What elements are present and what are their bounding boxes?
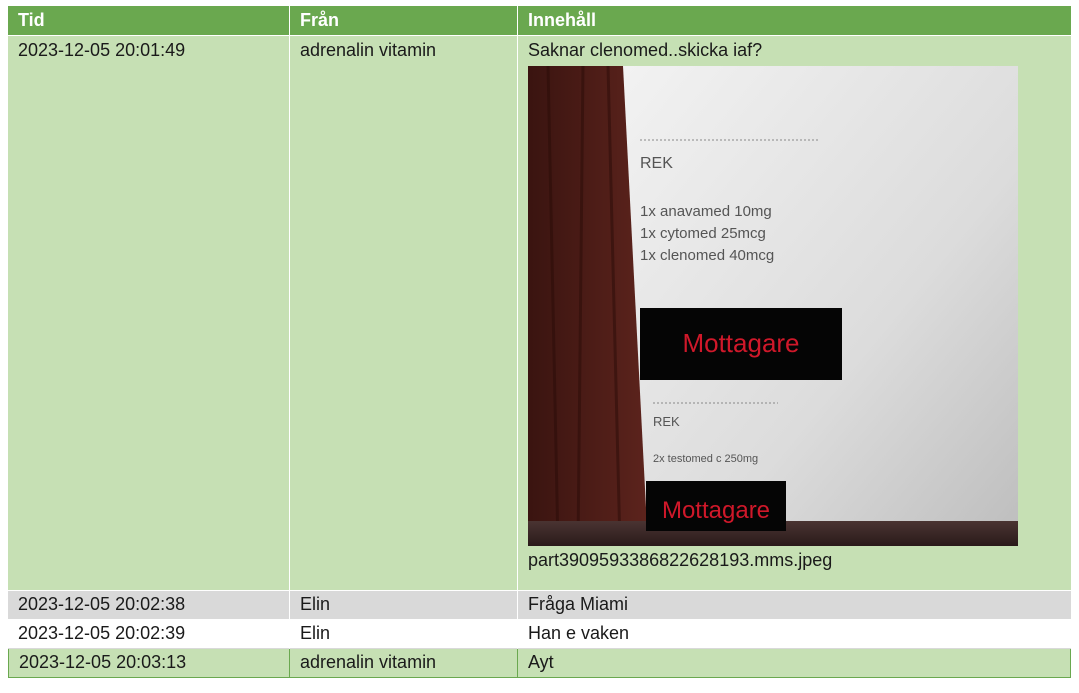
photo-item-4: 2x testomed c 250mg bbox=[653, 453, 758, 465]
attachment-image[interactable]: REK 1x anavamed 10mg 1x cytomed 25mcg 1x… bbox=[528, 66, 1018, 546]
cell-time: 2023-12-05 20:03:13 bbox=[8, 649, 290, 678]
header-content: Innehåll bbox=[518, 6, 1071, 36]
cell-content: Saknar clenomed..skicka iaf? REK 1x anav… bbox=[518, 36, 1071, 591]
photo-item-3: 1x clenomed 40mcg bbox=[640, 247, 774, 264]
photo-label-rek-1: REK bbox=[640, 155, 673, 172]
cell-from: adrenalin vitamin bbox=[290, 36, 518, 591]
table-row: 2023-12-05 20:02:38 Elin Fråga Miami bbox=[8, 591, 1071, 620]
cell-time: 2023-12-05 20:01:49 bbox=[8, 36, 290, 591]
cell-from: Elin bbox=[290, 591, 518, 620]
cell-content: Han e vaken bbox=[518, 620, 1071, 649]
photo-paper bbox=[623, 66, 1018, 546]
header-time: Tid bbox=[8, 6, 290, 36]
header-from: Från bbox=[290, 6, 518, 36]
photo-item-1: 1x anavamed 10mg bbox=[640, 203, 772, 220]
table-row: 2023-12-05 20:02:39 Elin Han e vaken bbox=[8, 620, 1071, 649]
cell-from: adrenalin vitamin bbox=[290, 649, 518, 678]
message-text: Saknar clenomed..skicka iaf? bbox=[528, 40, 763, 60]
cell-content: Fråga Miami bbox=[518, 591, 1071, 620]
table-row: 2023-12-05 20:03:13 adrenalin vitamin Ay… bbox=[8, 649, 1071, 678]
photo-recipient-2: Mottagare bbox=[662, 497, 770, 524]
photo-label-rek-2: REK bbox=[653, 414, 680, 429]
cell-time: 2023-12-05 20:02:38 bbox=[8, 591, 290, 620]
attachment-filename[interactable]: part3909593386822628193.mms.jpeg bbox=[528, 550, 1061, 571]
cell-time: 2023-12-05 20:02:39 bbox=[8, 620, 290, 649]
photo-recipient-1: Mottagare bbox=[682, 328, 799, 358]
photo-item-2: 1x cytomed 25mcg bbox=[640, 225, 766, 242]
message-table: Tid Från Innehåll 2023-12-05 20:01:49 ad… bbox=[8, 6, 1071, 678]
table-header-row: Tid Från Innehåll bbox=[8, 6, 1071, 36]
cell-content: Ayt bbox=[518, 649, 1071, 678]
table-row: 2023-12-05 20:01:49 adrenalin vitamin Sa… bbox=[8, 36, 1071, 591]
cell-from: Elin bbox=[290, 620, 518, 649]
